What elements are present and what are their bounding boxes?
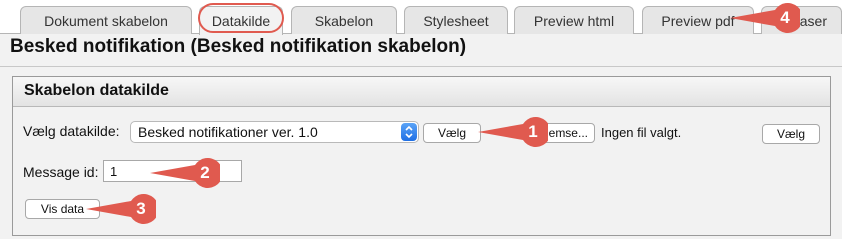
datasource-label: Vælg datakilde: [23,123,120,139]
page-title: Besked notifikation (Besked notifikation… [10,36,467,57]
callout-2-number: 2 [200,163,210,182]
tab-stylesheet[interactable]: Stylesheet [404,6,508,34]
tab-preview-html[interactable]: Preview html [514,6,634,34]
callout-1: 1 [478,117,548,147]
callout-2: 2 [150,158,220,188]
tab-skabelon[interactable]: Skabelon [291,6,397,34]
tab-datakilde[interactable]: Datakilde [199,6,283,35]
callout-3: 3 [86,194,156,224]
select-updown-icon [401,123,417,141]
no-file-text: Ingen fil valgt. [601,125,682,140]
choose-datasource-button[interactable]: Vælg [423,123,481,143]
tab-dokument-skabelon[interactable]: Dokument skabelon [20,6,192,34]
choose-button-2[interactable]: Vælg [762,124,820,144]
callout-4-number: 4 [780,8,790,27]
callout-4: 4 [730,3,800,33]
message-id-label: Message id: [23,164,99,180]
tab-bar: Dokument skabelon Datakilde Skabelon Sty… [0,0,842,35]
section-title: Skabelon datakilde [24,82,169,99]
datasource-select-value: Besked notifikationer ver. 1.0 [138,124,318,140]
section-header: Skabelon datakilde [13,77,830,107]
callout-1-number: 1 [528,122,538,141]
callout-3-number: 3 [136,199,146,218]
datasource-select[interactable]: Besked notifikationer ver. 1.0 [130,121,419,143]
title-divider [0,66,842,67]
